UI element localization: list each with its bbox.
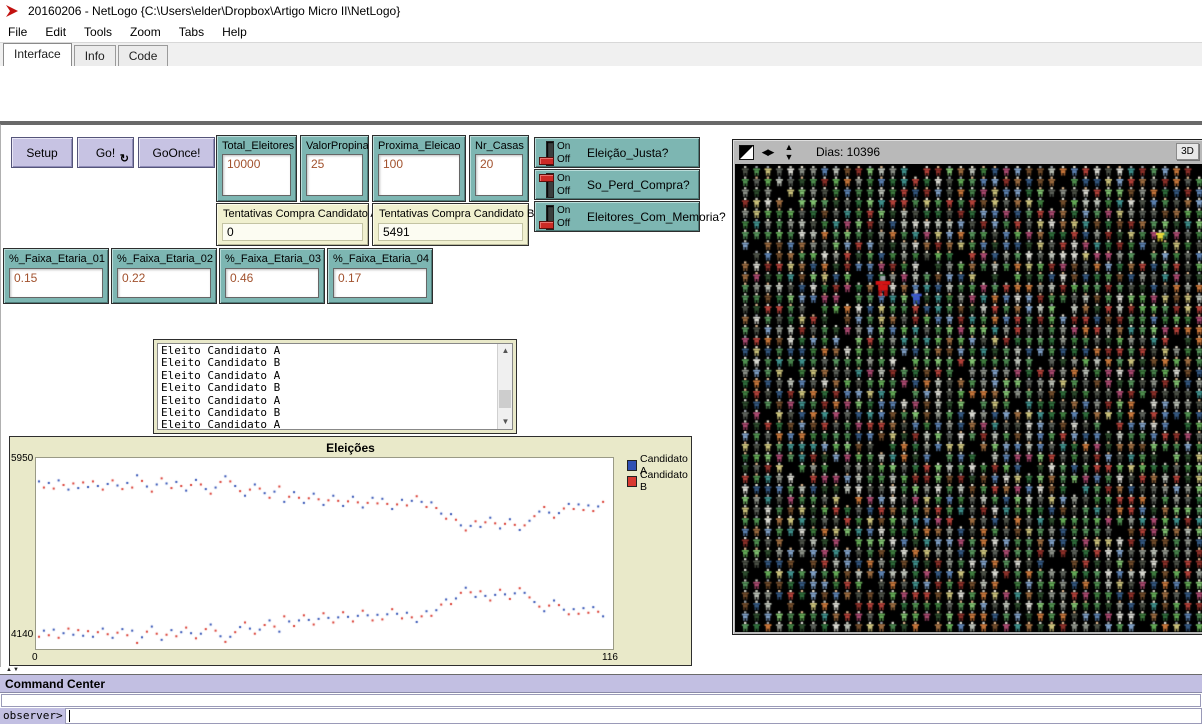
world-view-header: ◀▶ ▲▼ Dias: 10396 3D: [733, 140, 1202, 164]
switch-handle[interactable]: [539, 174, 554, 182]
command-center-splitter[interactable]: ▲▼: [6, 667, 26, 674]
menu-tabs[interactable]: Tabs: [179, 25, 204, 39]
observer-prompt-label: observer>: [0, 708, 65, 724]
legend-swatch-red: [627, 476, 637, 487]
menu-tools[interactable]: Tools: [84, 25, 112, 39]
proxima-eleicao-field[interactable]: 100: [378, 154, 460, 196]
valor-propina-field[interactable]: 25: [306, 154, 363, 196]
menu-edit[interactable]: Edit: [45, 25, 66, 39]
tab-interface[interactable]: Interface: [3, 43, 72, 66]
input-faixa-etaria-01: %_Faixa_Etaria_01 0.15: [3, 248, 109, 304]
output-widget: Eleito Candidato A Eleito Candidato B El…: [153, 339, 517, 434]
plot-title: Eleições: [10, 441, 691, 455]
command-center-prompt-row: observer>: [0, 708, 1202, 724]
go-once-button[interactable]: GoOnce!: [138, 137, 215, 168]
title-bar: 20160206 - NetLogo {C:\Users\elder\Dropb…: [0, 0, 1202, 22]
menu-zoom[interactable]: Zoom: [130, 25, 161, 39]
setup-button[interactable]: Setup: [11, 137, 73, 168]
scroll-down-icon[interactable]: ▼: [498, 415, 513, 429]
interface-canvas: Setup Go! ↻ GoOnce! Total_Eleitores 1000…: [0, 124, 1202, 667]
tab-info[interactable]: Info: [74, 45, 116, 66]
tab-code[interactable]: Code: [118, 45, 169, 66]
menu-file[interactable]: File: [8, 25, 27, 39]
input-nr-casas: Nr_Casas 20: [469, 135, 529, 202]
faixa-etaria-03-field[interactable]: 0.46: [225, 268, 319, 298]
monitor-tentativas-b: Tentativas Compra Candidato B 5491: [372, 203, 529, 246]
horizontal-arrows-icon[interactable]: ◀▶: [760, 145, 775, 160]
nr-casas-field[interactable]: 20: [475, 154, 523, 196]
forever-icon: ↻: [120, 152, 129, 165]
window-title: 20160206 - NetLogo {C:\Users\elder\Dropb…: [28, 4, 400, 18]
switch-eleitores-com-memoria[interactable]: OnOff Eleitores_Com_Memoria?: [534, 201, 700, 232]
3d-view-button[interactable]: 3D: [1176, 143, 1199, 160]
tick-counter: Dias: 10396: [816, 145, 880, 159]
switch-so-perd-compra[interactable]: OnOff So_Perd_Compra?: [534, 169, 700, 200]
plot-area: [35, 457, 614, 650]
command-input[interactable]: [65, 708, 1202, 724]
input-faixa-etaria-02: %_Faixa_Etaria_02 0.22: [111, 248, 217, 304]
input-valor-propina: ValorPropina 25: [300, 135, 369, 202]
switch-eleicao-justa[interactable]: OnOff Eleição_Justa?: [534, 137, 700, 168]
tab-strip: Interface Info Code: [0, 42, 1202, 66]
x-axis-min-label: 0: [32, 652, 38, 663]
netlogo-window: 20160206 - NetLogo {C:\Users\elder\Dropb…: [0, 0, 1202, 724]
vertical-arrows-icon[interactable]: ▲▼: [781, 145, 796, 160]
input-faixa-etaria-03: %_Faixa_Etaria_03 0.46: [219, 248, 325, 304]
output-scrollbar[interactable]: ▲ ▼: [497, 344, 512, 429]
y-axis-max-label: 5950: [11, 453, 33, 464]
command-center-header: Command Center: [0, 674, 1202, 693]
netlogo-logo-icon: [6, 4, 21, 18]
menu-bar: File Edit Tools Zoom Tabs Help: [0, 22, 1202, 42]
input-total-eleitores: Total_Eleitores 10000: [216, 135, 297, 202]
go-forever-button[interactable]: Go! ↻: [77, 137, 134, 168]
monitor-tentativas-a: Tentativas Compra Candidato A 0: [216, 203, 369, 246]
total-eleitores-field[interactable]: 10000: [222, 154, 291, 196]
watch-split-icon[interactable]: [739, 145, 754, 160]
command-center-output: [1, 694, 1201, 707]
legend-candidato-b: Candidato B: [627, 469, 691, 493]
agents-canvas: [735, 164, 1202, 632]
interface-toolbar: ✎ Edit Delete + Add abc Button ▼ faster …: [0, 66, 1202, 124]
scroll-up-icon[interactable]: ▲: [498, 344, 513, 358]
plot-eleicoes: Eleições 5950 4140 0 116 Candidato A Can…: [9, 436, 692, 666]
switch-handle[interactable]: [539, 221, 554, 229]
menu-help[interactable]: Help: [222, 25, 247, 39]
input-faixa-etaria-04: %_Faixa_Etaria_04 0.17: [327, 248, 433, 304]
scrollbar-thumb[interactable]: [499, 390, 511, 408]
faixa-etaria-04-field[interactable]: 0.17: [333, 268, 427, 298]
monitor-a-value: 0: [222, 223, 363, 241]
monitor-b-value: 5491: [378, 223, 523, 241]
output-text: Eleito Candidato A Eleito Candidato B El…: [158, 344, 512, 430]
x-axis-max-label: 116: [602, 652, 618, 663]
faixa-etaria-01-field[interactable]: 0.15: [9, 268, 103, 298]
faixa-etaria-02-field[interactable]: 0.22: [117, 268, 211, 298]
switch-handle[interactable]: [539, 157, 554, 165]
world-view: ◀▶ ▲▼ Dias: 10396 3D: [732, 139, 1202, 635]
y-axis-min-label: 4140: [11, 629, 33, 640]
input-proxima-eleicao: Proxima_Eleicao 100: [372, 135, 466, 202]
text-cursor: [69, 710, 70, 722]
